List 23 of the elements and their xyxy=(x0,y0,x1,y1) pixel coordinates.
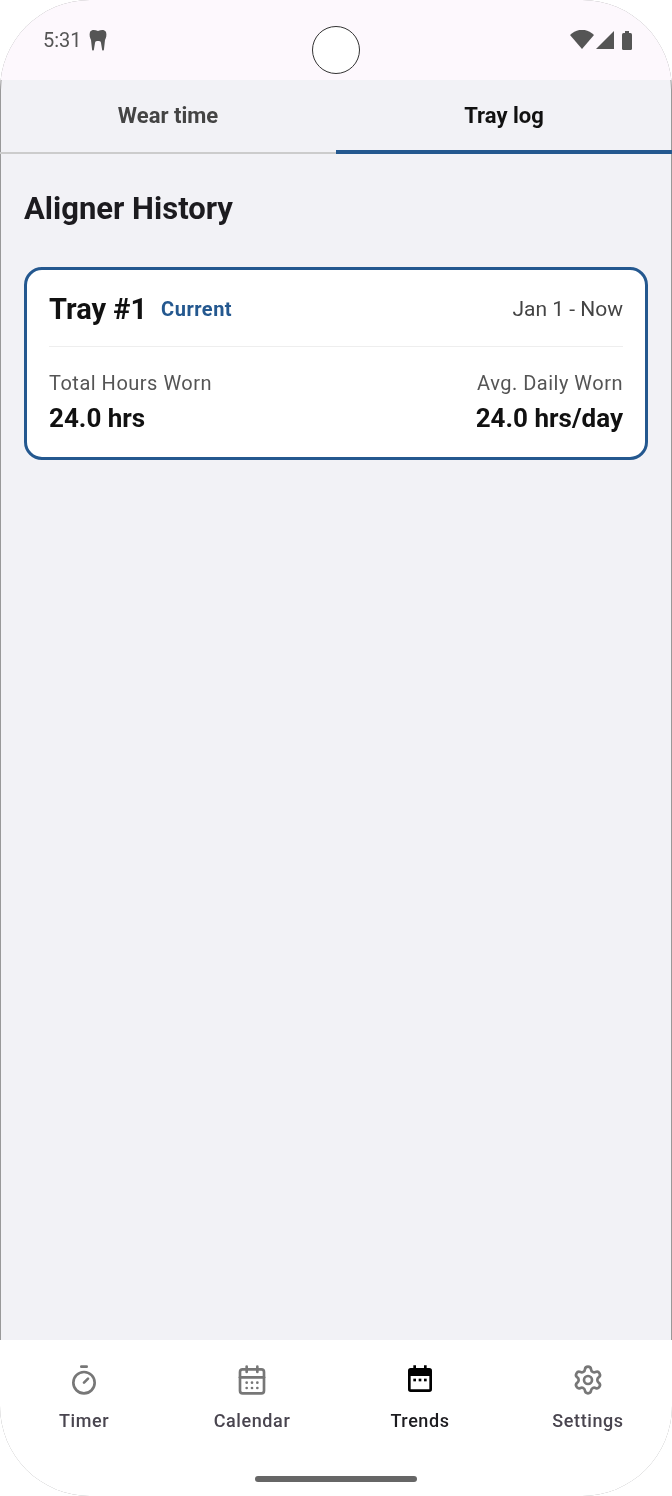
nav-item[interactable]: Settings xyxy=(504,1364,672,1431)
nav-item[interactable]: Timer xyxy=(0,1364,168,1431)
tooth-icon xyxy=(87,29,108,51)
tab[interactable]: Tray log xyxy=(336,80,672,154)
battery-icon xyxy=(622,30,632,50)
stat-value: 24.0 hrs xyxy=(49,403,146,433)
tray-dates: Jan 1 - Now xyxy=(512,297,623,321)
stat-value: 24.0 hrs/day xyxy=(475,403,623,433)
tray-card[interactable]: Tray #1 Current Jan 1 - Now Total Hours Worn 24.0 hrs Avg. Daily Worn 24.0 hrs/day xyxy=(24,267,648,460)
tray-name: Tray #1 xyxy=(49,292,148,326)
nav-item[interactable]: Calendar xyxy=(168,1364,336,1431)
status-time: 5:31 xyxy=(43,28,82,52)
wifi-icon xyxy=(570,30,594,50)
section-title: Aligner History xyxy=(24,190,234,227)
signal-icon xyxy=(596,31,614,49)
nav-item[interactable]: Trends xyxy=(336,1364,504,1431)
settings-icon xyxy=(572,1364,604,1396)
calendar-icon xyxy=(236,1364,268,1396)
stat-label: Total Hours Worn xyxy=(49,371,213,395)
camera-cutout xyxy=(312,26,360,74)
tab[interactable]: Wear time xyxy=(0,80,336,154)
current-label: Current xyxy=(161,297,233,321)
stat-label: Avg. Daily Worn xyxy=(477,371,623,395)
